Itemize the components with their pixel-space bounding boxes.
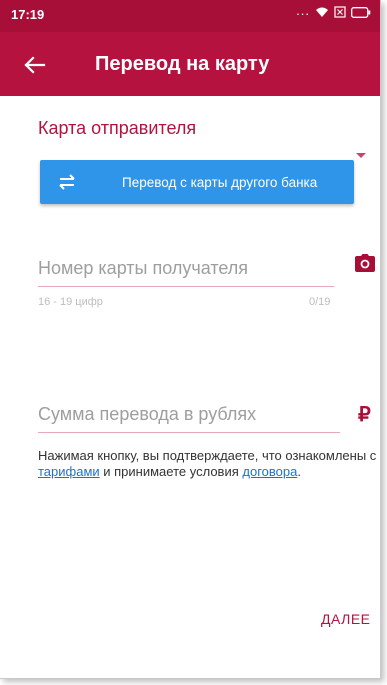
app-bar: Перевод на карту xyxy=(0,32,380,96)
tariffs-link[interactable]: тарифами xyxy=(38,464,100,479)
status-bar: 17:19 ... xyxy=(0,0,380,32)
arrow-left-icon[interactable] xyxy=(18,49,50,81)
sender-card-title: Карта отправителя xyxy=(38,118,197,138)
contract-link[interactable]: договора xyxy=(242,464,297,479)
status-icons: ... xyxy=(296,2,371,18)
disclaimer-text-2: и принимаете условия xyxy=(99,464,243,479)
disclaimer-text: Нажимая кнопку, вы подтверждаете, что оз… xyxy=(38,448,377,463)
disclaimer-end: . xyxy=(297,464,301,479)
transfer-button-label: Перевод с карты другого банка xyxy=(122,175,318,190)
ruble-icon: ₽ xyxy=(358,404,371,426)
transfer-from-other-bank-button[interactable]: Перевод с карты другого банка xyxy=(40,160,354,204)
amount-field xyxy=(38,404,340,433)
page-title: Перевод на карту xyxy=(95,53,270,75)
next-button[interactable]: ДАЛЕЕ xyxy=(321,611,371,627)
card-number-helper: 16 - 19 цифр xyxy=(38,296,103,308)
status-time: 17:19 xyxy=(11,7,45,22)
amount-input[interactable] xyxy=(38,404,340,425)
card-number-counter: 0/19 xyxy=(309,296,331,308)
card-number-input[interactable] xyxy=(38,258,334,279)
wifi-icon xyxy=(316,7,328,17)
battery-icon xyxy=(351,6,371,18)
phone-screen: 17:19 ... Перевод на карту Карта отправи… xyxy=(0,0,381,679)
card-number-field xyxy=(38,258,334,287)
camera-icon[interactable] xyxy=(355,254,375,272)
dropdown-arrow-icon[interactable] xyxy=(356,153,366,158)
terms-disclaimer: Нажимая кнопку, вы подтверждаете, что оз… xyxy=(38,448,378,480)
swap-arrows-icon xyxy=(59,174,75,190)
more-dots-icon: ... xyxy=(296,2,310,18)
sim-icon xyxy=(334,6,346,18)
